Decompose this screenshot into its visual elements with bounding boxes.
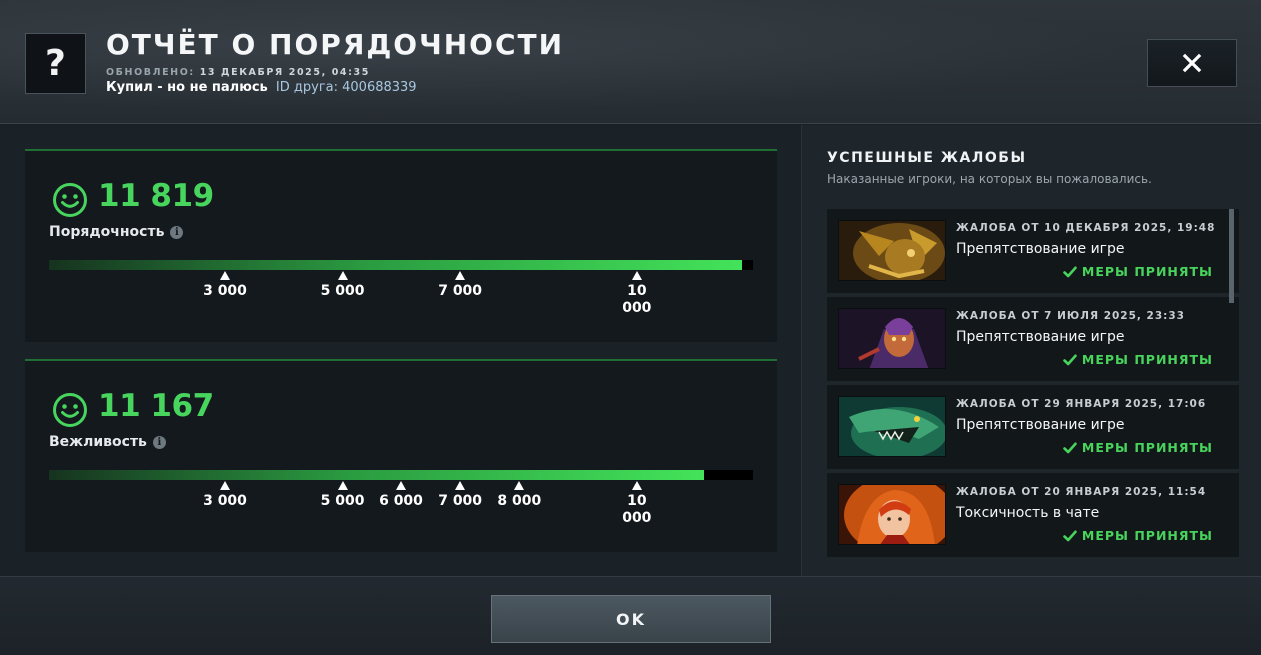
tick-mark: 7 000 <box>430 271 490 300</box>
close-icon <box>1182 53 1202 73</box>
info-icon[interactable]: i <box>170 225 184 239</box>
reports-list[interactable]: ЖАЛОБА ОТ 10 ДЕКАБРЯ 2025, 19:48 Препятст… <box>827 209 1239 561</box>
report-header: ? ОТЧЁТ О ПОРЯДОЧНОСТИ ОБНОВЛЕНО: 13 ДЕК… <box>0 0 1261 124</box>
report-list-item[interactable]: ЖАЛОБА ОТ 10 ДЕКАБРЯ 2025, 19:48 Препятст… <box>827 209 1239 293</box>
report-status: МЕРЫ ПРИНЯТЫ <box>1063 264 1213 279</box>
tick-mark: 8 000 <box>489 481 549 510</box>
report-reason: Препятствование игре <box>956 241 1125 257</box>
behavior-progress-bar <box>49 260 753 270</box>
report-date: ЖАЛОБА ОТ 29 ЯНВАРЯ 2025, 17:06 <box>956 398 1207 410</box>
friend-id-label: ID друга: <box>275 80 338 95</box>
tick-label: 3 000 <box>203 493 247 509</box>
tick-triangle-icon <box>337 271 348 280</box>
updated-value: 13 ДЕКАБРЯ 2025, 04:35 <box>199 67 370 78</box>
checkmark-icon <box>1063 266 1077 277</box>
ok-button[interactable]: OK <box>491 595 771 643</box>
hero-portrait-slark <box>838 396 946 457</box>
tick-mark: 5 000 <box>313 271 373 300</box>
tick-triangle-icon <box>455 271 466 280</box>
report-list-item[interactable]: ЖАЛОБА ОТ 20 ЯНВАРЯ 2025, 11:54 Токсичнос… <box>827 473 1239 557</box>
hero-portrait-lina <box>838 484 946 545</box>
tick-label: 7 000 <box>438 283 483 299</box>
behavior-score-value: 11 819 <box>98 178 214 214</box>
reports-title: УСПЕШНЫЕ ЖАЛОБЫ <box>827 150 1027 166</box>
player-name: Купил - но не палюсь <box>106 80 268 95</box>
tick-label: 5 000 <box>320 283 365 299</box>
reports-subtitle: Наказанные игроки, на которых вы пожалов… <box>827 172 1152 186</box>
question-mark-icon: ? <box>25 33 86 94</box>
reports-column: УСПЕШНЫЕ ЖАЛОБЫ Наказанные игроки, на ко… <box>801 125 1261 576</box>
info-icon[interactable]: i <box>152 435 166 449</box>
tick-triangle-icon <box>514 481 525 490</box>
behavior-score-label: Порядочность i <box>49 224 184 240</box>
tick-triangle-icon <box>337 481 348 490</box>
checkmark-icon <box>1063 442 1077 453</box>
communication-progress-fill <box>49 470 704 480</box>
tick-mark: 3 000 <box>195 481 255 510</box>
tick-label: 10 000 <box>622 493 652 526</box>
tick-mark: 10 000 <box>607 271 667 317</box>
smile-icon <box>53 393 87 427</box>
tick-label: 8 000 <box>497 493 542 509</box>
player-info: Купил - но не палюсь ID друга: 400688339 <box>106 80 417 95</box>
report-list-item[interactable]: ЖАЛОБА ОТ 29 ЯНВАРЯ 2025, 17:06 Препятств… <box>827 385 1239 469</box>
report-status-text: МЕРЫ ПРИНЯТЫ <box>1081 440 1213 455</box>
report-date: ЖАЛОБА ОТ 10 ДЕКАБРЯ 2025, 19:48 <box>956 222 1216 234</box>
tick-label: 10 000 <box>622 283 652 316</box>
communication-progress-bar <box>49 470 753 480</box>
communication-score-label: Вежливость i <box>49 434 166 450</box>
report-status: МЕРЫ ПРИНЯТЫ <box>1063 352 1213 367</box>
reports-scrollbar[interactable] <box>1229 209 1234 303</box>
behavior-score-panel: 11 819 Порядочность i 3 000 5 000 7 000 10 … <box>25 149 777 342</box>
report-date: ЖАЛОБА ОТ 7 ИЮЛЯ 2025, 23:33 <box>956 310 1185 322</box>
report-reason: Токсичность в чате <box>956 505 1100 521</box>
tick-mark: 6 000 <box>371 481 431 510</box>
tick-triangle-icon <box>455 481 466 490</box>
tick-triangle-icon <box>220 271 230 280</box>
tick-label: 7 000 <box>438 493 483 509</box>
behavior-label-text: Порядочность <box>49 224 165 240</box>
hero-portrait-anti-mage <box>838 308 946 369</box>
behavior-progress-fill <box>49 260 743 270</box>
tick-label: 3 000 <box>203 283 247 299</box>
report-date: ЖАЛОБА ОТ 20 ЯНВАРЯ 2025, 11:54 <box>956 486 1207 498</box>
page-title: ОТЧЁТ О ПОРЯДОЧНОСТИ <box>106 28 565 61</box>
tick-mark: 5 000 <box>313 481 373 510</box>
main-content: 11 819 Порядочность i 3 000 5 000 7 000 10 … <box>0 125 1261 576</box>
checkmark-icon <box>1063 530 1077 541</box>
friend-id-value: 400688339 <box>342 80 417 95</box>
tick-triangle-icon <box>631 481 642 490</box>
tick-mark: 3 000 <box>195 271 255 300</box>
report-reason: Препятствование игре <box>956 329 1125 345</box>
communication-label-text: Вежливость <box>49 434 147 450</box>
hero-portrait-sand-king <box>838 220 946 281</box>
tick-triangle-icon <box>220 481 230 490</box>
dialog-footer: OK <box>0 576 1261 655</box>
communication-score-value: 11 167 <box>98 388 214 424</box>
report-list-item[interactable]: ЖАЛОБА ОТ 7 ИЮЛЯ 2025, 23:33 Препятствова… <box>827 297 1239 381</box>
updated-timestamp: ОБНОВЛЕНО: 13 ДЕКАБРЯ 2025, 04:35 <box>106 67 370 78</box>
close-button[interactable] <box>1147 39 1237 87</box>
report-reason: Препятствование игре <box>956 417 1125 433</box>
tick-triangle-icon <box>631 271 642 280</box>
tick-label: 6 000 <box>379 493 423 509</box>
tick-mark: 10 000 <box>607 481 667 527</box>
report-status-text: МЕРЫ ПРИНЯТЫ <box>1081 264 1213 279</box>
report-status-text: МЕРЫ ПРИНЯТЫ <box>1081 352 1213 367</box>
communication-score-panel: 11 167 Вежливость i 3 000 5 000 6 000 7 000… <box>25 359 777 552</box>
report-status: МЕРЫ ПРИНЯТЫ <box>1063 528 1213 543</box>
question-mark-glyph: ? <box>45 43 66 84</box>
score-column: 11 819 Порядочность i 3 000 5 000 7 000 10 … <box>0 125 801 576</box>
checkmark-icon <box>1063 354 1077 365</box>
report-status: МЕРЫ ПРИНЯТЫ <box>1063 440 1213 455</box>
smile-icon <box>53 183 87 217</box>
updated-label: ОБНОВЛЕНО: <box>106 67 195 78</box>
tick-mark: 7 000 <box>430 481 490 510</box>
tick-label: 5 000 <box>320 493 365 509</box>
tick-triangle-icon <box>396 481 406 490</box>
report-status-text: МЕРЫ ПРИНЯТЫ <box>1081 528 1213 543</box>
